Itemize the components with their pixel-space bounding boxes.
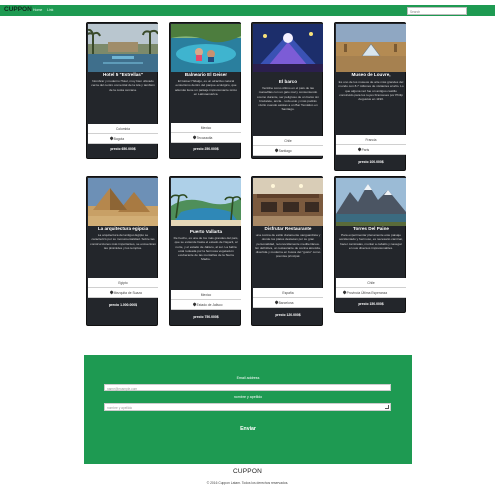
- card-country: Chile: [336, 278, 406, 288]
- card-torres-del-paine: Torres Del Paine Para experimentar plena…: [334, 176, 406, 313]
- card-price: precio 250.000$: [193, 147, 219, 151]
- card-image-hot-spring: [171, 24, 241, 72]
- card-country: Colombia: [88, 124, 158, 134]
- card-price: precio 150.000$: [358, 302, 384, 306]
- card-description: La arquitectura del antiguo Egipto se ca…: [90, 233, 156, 250]
- card-location: Bogota: [88, 134, 158, 144]
- card-balneario: Balneario El Geiser El Géiser Hidalgo, e…: [169, 22, 241, 159]
- card-price: precio 1.000.000$: [108, 303, 138, 307]
- card-image-pyramids: [88, 178, 158, 226]
- footer-copyright: © 2016 Cuppon Latam. Todos los derechos …: [206, 481, 289, 485]
- location-pin-icon: [342, 290, 347, 295]
- card-price: precio 150.000$: [275, 160, 301, 164]
- card-country: Mexico: [171, 290, 241, 300]
- footer-brand: CUPPON: [232, 468, 262, 475]
- card-location: Mezquita de Suaza: [88, 288, 158, 298]
- card-country: España: [253, 288, 323, 298]
- card-image-louvre: [336, 24, 406, 72]
- card-country: Francia: [336, 135, 406, 145]
- nav-link-link[interactable]: Link: [47, 8, 53, 12]
- card-country: Egipto: [88, 278, 158, 288]
- card-arquitectura-egipcia: La arquitectura egipcia La arquitectura …: [86, 176, 158, 326]
- card-price: precio 100.000$: [358, 160, 384, 164]
- resize-handle-icon[interactable]: [385, 405, 389, 409]
- location-pin-icon: [274, 300, 279, 305]
- card-description: Para experimentar plenamente este paisaj…: [339, 233, 403, 250]
- email-field[interactable]: name@example.com: [104, 384, 391, 391]
- card-description: Nombrar y moderno Hotel, muy bien ubicad…: [91, 79, 155, 92]
- contact-form: Email address name@example.com nombre y …: [84, 355, 412, 464]
- card-city: Tecozautla: [196, 136, 213, 140]
- send-button[interactable]: Enviar: [218, 423, 278, 435]
- card-price: precio 750.000$: [193, 315, 219, 319]
- card-city: Estado de Jalisco: [196, 303, 223, 307]
- card-title: Hotel 5 "Estrellas": [102, 72, 144, 77]
- card-title: Balneario El Geiser: [184, 72, 228, 77]
- card-image-restaurant: [253, 178, 323, 226]
- name-label: nombre y apellido: [233, 395, 263, 399]
- nav-link-home[interactable]: Home: [33, 8, 42, 12]
- card-location: Provincia Última Esperanza: [336, 288, 406, 298]
- card-hotel: Hotel 5 "Estrellas" Nombrar y moderno Ho…: [86, 22, 158, 159]
- brand-logo[interactable]: CUPPON: [4, 6, 32, 13]
- location-pin-icon: [109, 290, 114, 295]
- card-image-themed-bar: [253, 24, 323, 72]
- card-title: Museo de Louvre,: [351, 72, 391, 77]
- card-louvre: Museo de Louvre, Es uno de los museos de…: [334, 22, 406, 171]
- name-field-placeholder: nombre y apellido: [107, 405, 133, 410]
- card-location: Santiago: [253, 146, 323, 156]
- location-pin-icon: [192, 135, 197, 140]
- card-image-resort: [88, 24, 158, 72]
- search-input[interactable]: Search: [407, 6, 467, 15]
- location-pin-icon: [109, 136, 114, 141]
- card-price: precio 650.000$: [110, 147, 136, 151]
- card-location: Barcelona: [253, 298, 323, 308]
- card-city: Bogota: [113, 137, 125, 141]
- card-title: El barco: [278, 79, 298, 84]
- card-location: Paris: [336, 145, 406, 155]
- name-field[interactable]: nombre y apellido: [104, 403, 391, 411]
- top-navbar: CUPPON Home Link Search: [0, 5, 495, 16]
- card-location: Estado de Jalisco: [171, 300, 241, 310]
- card-description: De hecho, es una de los más grandes del …: [173, 236, 239, 262]
- card-title: Torres Del Paine: [353, 226, 389, 231]
- location-pin-icon: [274, 148, 279, 153]
- card-location: Tecozautla: [171, 133, 241, 143]
- email-label: Email address: [236, 376, 260, 380]
- card-title: Puerto Vallarta: [189, 229, 223, 234]
- card-description: El Géiser Hidalgo, es un atractivo natur…: [174, 79, 238, 96]
- card-country: Chile: [253, 136, 323, 146]
- card-image-mountains: [336, 178, 406, 226]
- card-image-bay: [171, 178, 241, 226]
- card-description: Es uno de los museos de arte más grandes…: [338, 80, 404, 102]
- card-city: Paris: [361, 148, 370, 152]
- card-city: Mezquita de Suaza: [113, 291, 142, 295]
- card-disfrutar: Disfrutar Restaurante una cocina de esti…: [251, 176, 323, 326]
- card-description: Ventilne como último en el país de las m…: [257, 86, 319, 112]
- card-puerto-vallarta: Puerto Vallarta De hecho, es una de los …: [169, 176, 241, 326]
- card-el-barco: El barco Ventilne como último en el país…: [251, 22, 323, 164]
- card-city: Santiago: [278, 149, 292, 153]
- card-price: precio 120.000$: [275, 313, 301, 317]
- card-description: una cocina de estilo claramente vanguard…: [255, 233, 321, 259]
- location-pin-icon: [357, 147, 362, 152]
- card-title: Disfrutar Restaurante: [264, 226, 312, 231]
- card-title: La arquitectura egipcia: [97, 226, 149, 231]
- card-country: Mexico: [171, 123, 241, 133]
- card-city: Provincia Última Esperanza: [346, 291, 388, 295]
- location-pin-icon: [192, 302, 197, 307]
- card-city: Barcelona: [278, 301, 294, 305]
